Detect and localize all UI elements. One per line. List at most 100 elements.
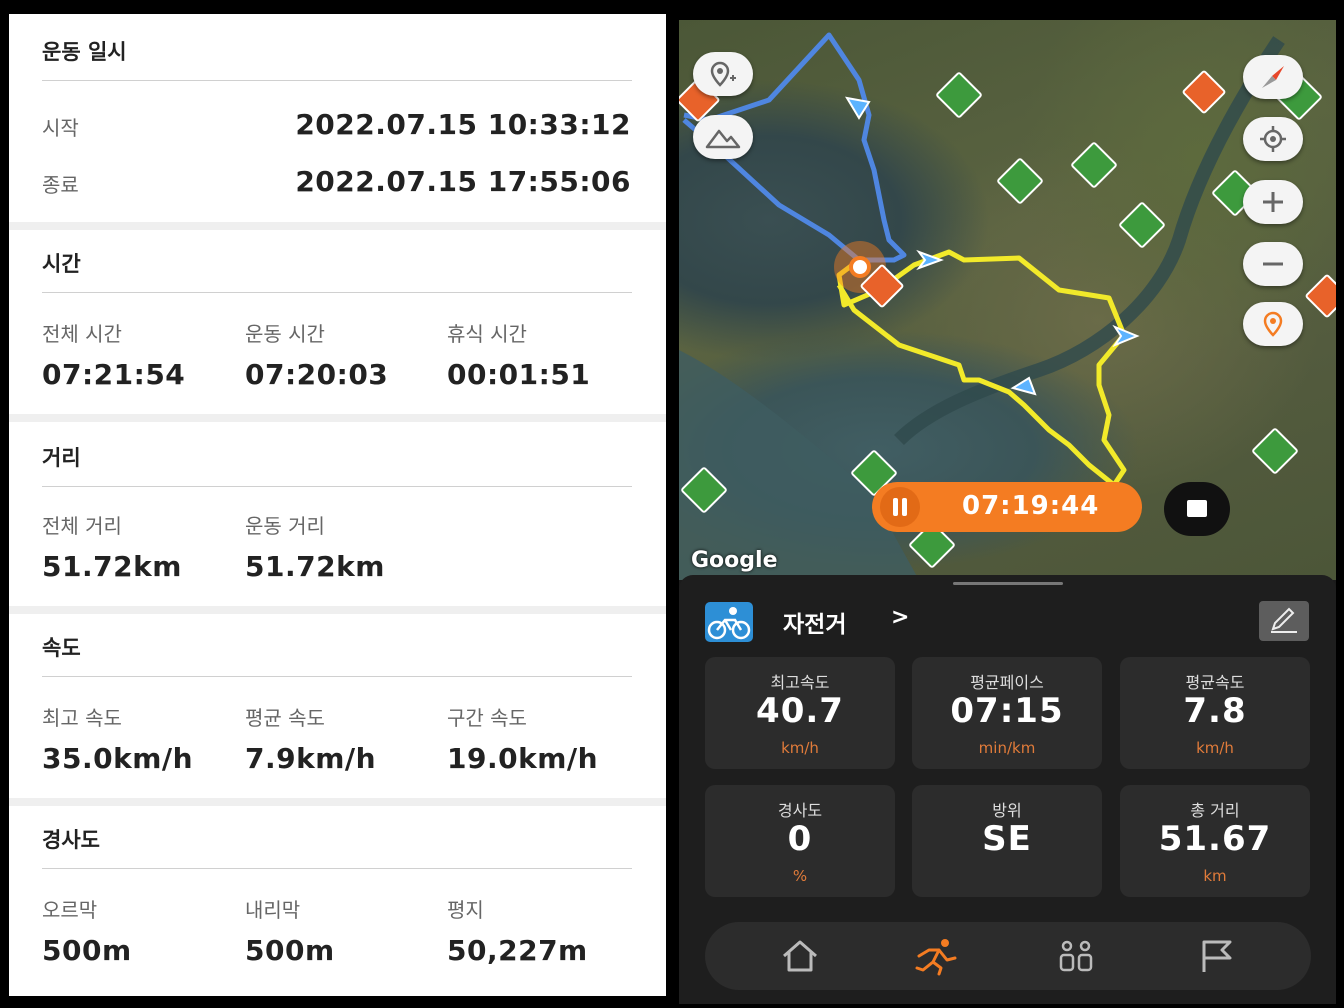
edit-button[interactable] — [1259, 601, 1309, 641]
moving-distance-label: 운동 거리 — [245, 514, 325, 538]
terrain-button[interactable] — [693, 115, 753, 159]
running-icon — [915, 939, 957, 976]
stop-button[interactable] — [1164, 482, 1230, 536]
stat-title: 평균속도 — [1185, 673, 1245, 692]
cycling-icon — [705, 602, 753, 642]
divider — [42, 676, 632, 677]
stat-title: 최고속도 — [770, 673, 830, 692]
flag-icon — [1202, 940, 1232, 972]
stop-icon — [1187, 500, 1207, 517]
moving-distance-value: 51.72km — [245, 550, 385, 583]
downhill-value: 500m — [245, 934, 335, 967]
total-distance-label: 전체 거리 — [42, 514, 122, 538]
stat-value: 51.67 — [1158, 819, 1272, 859]
pause-icon — [893, 498, 907, 516]
map-attribution: Google — [691, 548, 778, 573]
stat-value: 40.7 — [756, 691, 844, 731]
max-speed-label: 최고 속도 — [42, 706, 122, 730]
elapsed-timer: 07:19:44 — [872, 482, 1142, 532]
workout-summary: 운동 일시 시작 2022.07.15 10:33:12 종료 2022.07.… — [9, 14, 666, 996]
distance-card: 거리 전체 거리 51.72km 운동 거리 51.72km — [9, 422, 666, 606]
total-time-value: 07:21:54 — [42, 358, 186, 391]
rest-time-value: 00:01:51 — [447, 358, 591, 391]
end-label: 종료 — [42, 173, 79, 197]
rest-time-label: 휴식 시간 — [447, 322, 527, 346]
divider — [42, 486, 632, 487]
stat-title: 평균페이스 — [970, 673, 1044, 692]
max-speed-value: 35.0km/h — [42, 742, 194, 775]
divider — [42, 80, 632, 81]
stat-title: 경사도 — [777, 801, 823, 820]
pin-button[interactable] — [1243, 302, 1303, 346]
start-marker — [849, 256, 871, 278]
satellite-map[interactable]: Google 07:19:44 — [679, 20, 1336, 580]
slope-card: 경사도 오르막 500m 내리막 500m 평지 50,227m — [9, 806, 666, 996]
flat-label: 평지 — [447, 898, 484, 922]
section-title: 경사도 — [42, 828, 100, 852]
activity-panel: 자전거 > 최고속도 40.7 km/h 평균페이스 07:15 min/km … — [679, 575, 1336, 1004]
chevron-right-icon[interactable]: > — [891, 605, 909, 630]
plus-icon — [1263, 192, 1283, 212]
section-title: 운동 일시 — [42, 40, 127, 64]
stat-tile[interactable]: 최고속도 40.7 km/h — [705, 657, 895, 769]
total-distance-value: 51.72km — [42, 550, 182, 583]
nav-home[interactable] — [775, 934, 825, 978]
my-location-button[interactable] — [1243, 117, 1303, 161]
timer-value: 07:19:44 — [962, 491, 1100, 521]
nav-challenge[interactable] — [1191, 934, 1241, 978]
compass-button[interactable] — [1243, 55, 1303, 99]
pencil-icon — [1271, 607, 1297, 633]
nav-workout[interactable] — [911, 934, 961, 978]
map-pin-icon — [1263, 311, 1283, 337]
stat-unit: km — [1203, 867, 1227, 885]
uphill-value: 500m — [42, 934, 132, 967]
start-value: 2022.07.15 10:33:12 — [295, 108, 631, 141]
stat-unit: km/h — [1196, 739, 1234, 757]
add-waypoint-button[interactable] — [693, 52, 753, 96]
people-icon — [1059, 940, 1093, 972]
datetime-card: 운동 일시 시작 2022.07.15 10:33:12 종료 2022.07.… — [9, 14, 666, 222]
stat-tile[interactable]: 경사도 0 % — [705, 785, 895, 897]
zoom-in-button[interactable] — [1243, 180, 1303, 224]
stat-tile[interactable]: 총 거리 51.67 km — [1120, 785, 1310, 897]
direction-arrow — [1112, 324, 1140, 348]
moving-time-label: 운동 시간 — [245, 322, 325, 346]
uphill-label: 오르막 — [42, 898, 98, 922]
stat-value: 7.8 — [1183, 691, 1247, 731]
stat-value: SE — [982, 819, 1032, 859]
start-label: 시작 — [42, 116, 79, 140]
location-add-icon — [710, 61, 736, 87]
section-title: 속도 — [42, 636, 81, 660]
crosshair-icon — [1260, 126, 1286, 152]
stat-unit: min/km — [978, 739, 1036, 757]
lap-speed-label: 구간 속도 — [447, 706, 527, 730]
avg-speed-value: 7.9km/h — [245, 742, 377, 775]
stat-tile[interactable]: 방위 SE — [912, 785, 1102, 897]
stat-tile[interactable]: 평균속도 7.8 km/h — [1120, 657, 1310, 769]
stat-tile[interactable]: 평균페이스 07:15 min/km — [912, 657, 1102, 769]
nav-community[interactable] — [1051, 934, 1101, 978]
speed-card: 속도 최고 속도 35.0km/h 평균 속도 7.9km/h 구간 속도 19… — [9, 614, 666, 798]
minus-icon — [1263, 262, 1283, 266]
stat-value: 0 — [787, 819, 813, 859]
direction-arrow — [845, 96, 871, 120]
downhill-label: 내리막 — [245, 898, 301, 922]
drag-handle[interactable] — [953, 582, 1063, 585]
section-title: 시간 — [42, 252, 81, 276]
tracking-screen: Google 07:19:44 자전거 > 최고속도 40.7 km/h 평균페… — [679, 20, 1336, 1004]
pause-button[interactable] — [880, 487, 920, 527]
divider — [42, 868, 632, 869]
mountain-icon — [705, 129, 741, 149]
stat-title: 총 거리 — [1190, 801, 1240, 820]
time-card: 시간 전체 시간 07:21:54 운동 시간 07:20:03 휴식 시간 0… — [9, 230, 666, 414]
stat-title: 방위 — [992, 801, 1022, 820]
moving-time-value: 07:20:03 — [245, 358, 389, 391]
compass-icon — [1262, 66, 1284, 88]
avg-speed-label: 평균 속도 — [245, 706, 325, 730]
stat-unit: km/h — [781, 739, 819, 757]
sport-type-label[interactable]: 자전거 — [783, 605, 846, 639]
home-icon — [783, 940, 817, 972]
zoom-out-button[interactable] — [1243, 242, 1303, 286]
end-value: 2022.07.15 17:55:06 — [295, 165, 631, 198]
stat-unit: % — [792, 867, 808, 885]
